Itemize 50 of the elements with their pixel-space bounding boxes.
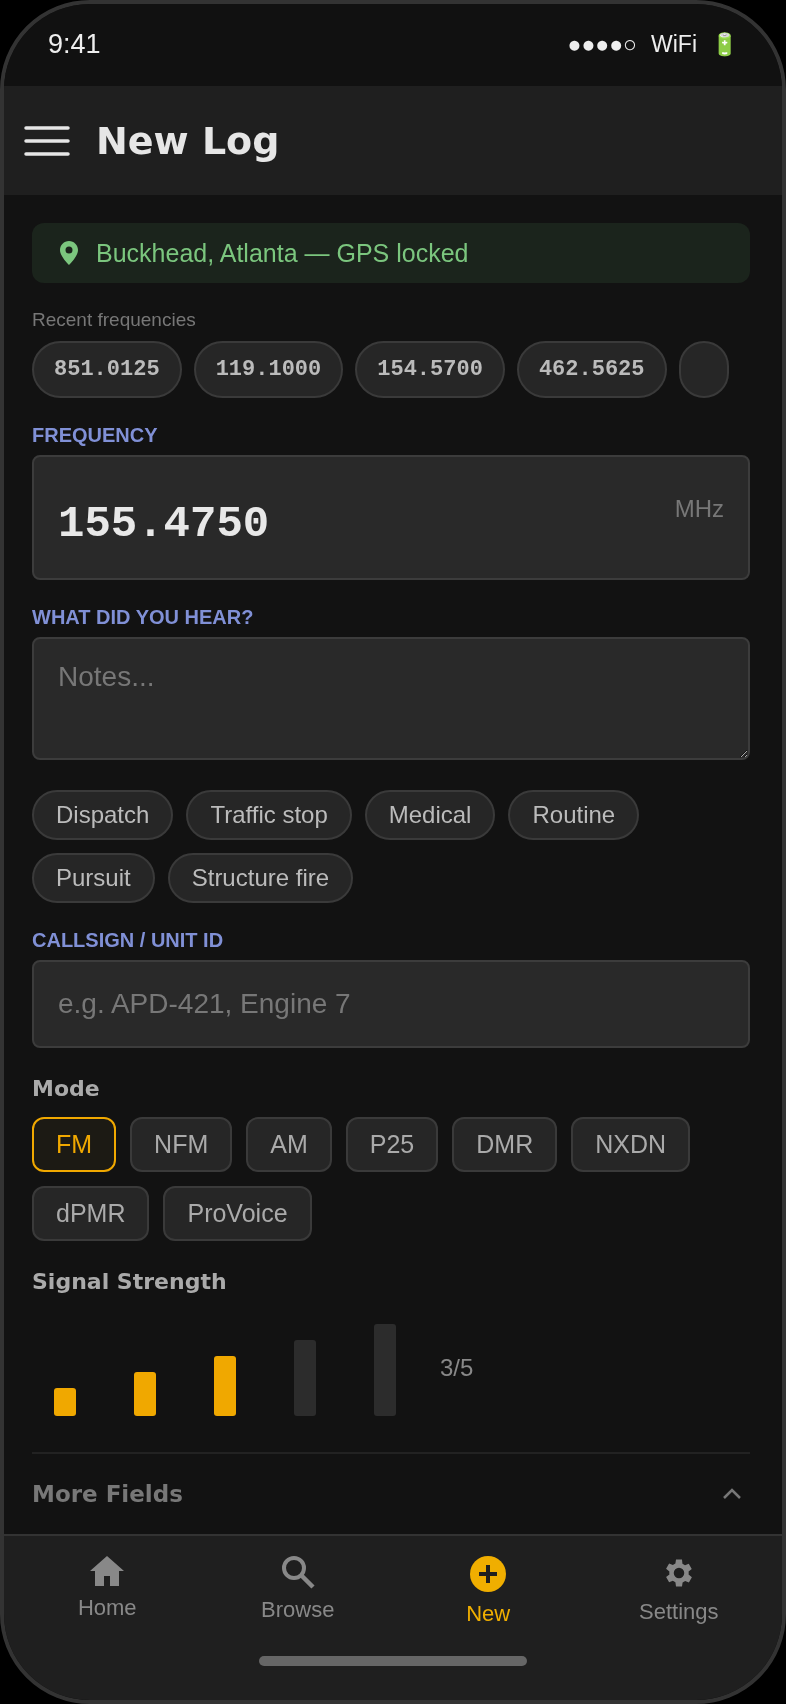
battery-icon: 🔋 xyxy=(711,31,738,58)
frequency-chip[interactable]: 119.1000 xyxy=(193,341,344,399)
mode-option[interactable]: DMR xyxy=(452,1117,558,1173)
frequency-chip[interactable]: 154.5700 xyxy=(355,341,505,399)
tag-chip[interactable]: Traffic stop xyxy=(186,790,352,841)
chevron-icon xyxy=(722,1488,742,1501)
add-icon xyxy=(469,1555,508,1594)
home-icon xyxy=(89,1555,126,1588)
location-pin-icon xyxy=(60,241,78,266)
recent-label: Recent frequencies xyxy=(32,309,197,332)
network-label: WiFi xyxy=(651,31,697,59)
mode-option[interactable]: P25 xyxy=(345,1117,439,1173)
mode-option[interactable]: FM xyxy=(32,1117,117,1173)
frequency-field[interactable]: 155.4750 MHz xyxy=(32,455,750,581)
mode-label: Mode xyxy=(32,1076,101,1102)
frequency-chip[interactable] xyxy=(678,341,729,399)
menu-icon[interactable] xyxy=(24,124,70,157)
notes-field[interactable]: Notes... xyxy=(32,637,750,761)
signal-label: Signal Strength xyxy=(32,1269,228,1295)
signal-dots: ●●●●○ xyxy=(567,31,637,59)
frequency-label: FREQUENCY xyxy=(32,424,159,448)
tag-chip[interactable]: Pursuit xyxy=(32,853,155,904)
more-fields-toggle[interactable]: More Fields xyxy=(32,1454,750,1535)
nav-tab[interactable]: Settings xyxy=(603,1554,754,1629)
tag-chip[interactable]: Medical xyxy=(364,790,496,841)
frequency-value: 155.4750 xyxy=(58,499,270,550)
search-icon xyxy=(280,1555,315,1590)
mode-option[interactable]: NFM xyxy=(130,1117,233,1173)
unit-label: MHz xyxy=(674,495,724,524)
mode-option[interactable]: dPMR xyxy=(32,1186,150,1242)
mode-option[interactable]: ProVoice xyxy=(163,1186,312,1242)
tag-chip[interactable]: Routine xyxy=(508,790,640,841)
location-text: Buckhead, Atlanta — GPS locked xyxy=(96,238,469,268)
tag-chip[interactable]: Dispatch xyxy=(32,790,174,841)
frequency-chip[interactable]: 851.0125 xyxy=(32,341,182,399)
callsign-field[interactable]: e.g. APD-421, Engine 7 xyxy=(32,960,750,1049)
signal-bar[interactable] xyxy=(134,1372,156,1417)
notes-label: WHAT DID YOU HEAR? xyxy=(32,606,255,630)
nav-tab[interactable]: New xyxy=(413,1554,564,1629)
nav-tab[interactable]: Browse xyxy=(222,1554,373,1629)
callsign-label: CALLSIGN / UNIT ID xyxy=(32,929,225,953)
signal-reading: 3/5 xyxy=(440,1354,474,1383)
page-title: New Log xyxy=(96,118,280,163)
mode-option[interactable]: AM xyxy=(246,1117,332,1173)
nav-tab[interactable]: Home xyxy=(32,1554,183,1629)
frequency-chip[interactable]: 462.5625 xyxy=(516,341,667,399)
status-time: 9:41 xyxy=(48,29,101,61)
signal-bar[interactable] xyxy=(54,1388,76,1417)
mode-option[interactable]: NXDN xyxy=(571,1117,691,1173)
tag-chip[interactable]: Structure fire xyxy=(167,853,354,904)
